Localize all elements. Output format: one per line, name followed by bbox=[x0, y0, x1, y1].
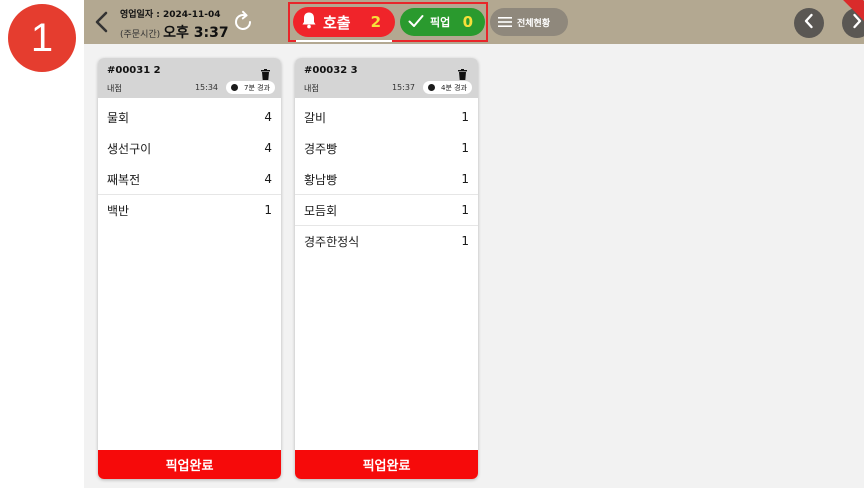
active-tab-underline bbox=[296, 40, 392, 42]
item-name: 물회 bbox=[107, 110, 130, 125]
order-time-value: 오후 3:37 bbox=[163, 25, 229, 41]
refresh-icon[interactable] bbox=[230, 9, 256, 35]
list-item: 생선구이 4 bbox=[98, 133, 281, 164]
tab-call-label: 호출 bbox=[323, 13, 351, 32]
list-item: 모듬회 1 bbox=[295, 195, 478, 226]
item-name: 모듬회 bbox=[304, 203, 338, 218]
back-arrow-icon[interactable] bbox=[92, 10, 112, 34]
order-card-header: #00031 2 내점 15:34 7분 경과 bbox=[98, 58, 281, 98]
trash-icon[interactable] bbox=[458, 65, 467, 80]
order-time-stamp: 15:37 bbox=[391, 83, 415, 92]
list-item: 황남빵 1 bbox=[295, 164, 478, 195]
item-name: 경주빵 bbox=[304, 141, 338, 156]
chevron-left-icon bbox=[803, 13, 815, 33]
item-name: 황남빵 bbox=[304, 172, 338, 187]
order-number: #00031 2 bbox=[107, 65, 161, 76]
tab-call-count: 2 bbox=[370, 13, 381, 31]
item-qty: 4 bbox=[264, 110, 272, 124]
item-qty: 1 bbox=[461, 203, 469, 217]
item-qty: 1 bbox=[461, 234, 469, 248]
list-item: 경주빵 1 bbox=[295, 133, 478, 164]
status-tabs-highlight: 호출 2 픽업 0 bbox=[288, 2, 488, 42]
item-qty: 1 bbox=[264, 203, 272, 217]
order-store-type: 내점 bbox=[107, 84, 122, 93]
tab-call[interactable]: 호출 2 bbox=[293, 7, 395, 37]
order-card: #00031 2 내점 15:34 7분 경과 물회 4 생선구이 4 째복전 4 백… bbox=[98, 58, 281, 479]
order-card-header: #00032 3 내점 15:37 4분 경과 bbox=[295, 58, 478, 98]
elapsed-badge: 4분 경과 bbox=[423, 81, 472, 94]
business-date: 영업일자 : 2024-11-04 bbox=[120, 10, 221, 20]
menu-icon bbox=[498, 13, 512, 32]
tab-pickup-label: 픽업 bbox=[430, 16, 451, 29]
item-qty: 4 bbox=[264, 141, 272, 155]
previous-page-button[interactable] bbox=[794, 8, 824, 38]
order-time-stamp: 15:34 bbox=[194, 83, 218, 92]
elapsed-badge: 7분 경과 bbox=[226, 81, 275, 94]
clock-icon bbox=[428, 84, 435, 91]
item-name: 백반 bbox=[107, 203, 130, 218]
list-item: 갈비 1 bbox=[295, 102, 478, 133]
item-name: 갈비 bbox=[304, 110, 327, 125]
step-marker: 1 bbox=[8, 4, 76, 72]
item-name: 생선구이 bbox=[107, 141, 152, 156]
order-items: 물회 4 생선구이 4 째복전 4 백반 1 bbox=[98, 102, 281, 226]
pickup-complete-button[interactable]: 픽업완료 bbox=[98, 450, 281, 479]
overall-status-label: 전체현황 bbox=[517, 18, 551, 29]
order-card: #00032 3 내점 15:37 4분 경과 갈비 1 경주빵 1 황남빵 1 모듬… bbox=[295, 58, 478, 479]
item-qty: 1 bbox=[461, 172, 469, 186]
clock-icon bbox=[231, 84, 238, 91]
check-icon bbox=[408, 13, 424, 32]
list-item: 경주한정식 1 bbox=[295, 226, 478, 257]
order-board: #00031 2 내점 15:34 7분 경과 물회 4 생선구이 4 째복전 4 백… bbox=[84, 44, 864, 488]
order-store-type: 내점 bbox=[304, 84, 319, 93]
pickup-complete-button[interactable]: 픽업완료 bbox=[295, 450, 478, 479]
item-qty: 4 bbox=[264, 172, 272, 186]
top-toolbar: 영업일자 : 2024-11-04 (주문시간) 오후 3:37 호출 2 픽업 … bbox=[84, 0, 864, 44]
item-name: 경주한정식 bbox=[304, 234, 360, 249]
elapsed-text: 7분 경과 bbox=[244, 83, 270, 92]
item-name: 째복전 bbox=[107, 172, 141, 187]
item-qty: 1 bbox=[461, 110, 469, 124]
list-item: 백반 1 bbox=[98, 195, 281, 226]
list-item: 물회 4 bbox=[98, 102, 281, 133]
tab-pickup-count: 0 bbox=[462, 13, 473, 31]
overall-status-button[interactable]: 전체현황 bbox=[490, 8, 568, 36]
order-time: (주문시간) 오후 3:37 bbox=[120, 22, 229, 42]
order-time-label: (주문시간) bbox=[120, 30, 161, 40]
trash-icon[interactable] bbox=[261, 65, 270, 80]
order-items: 갈비 1 경주빵 1 황남빵 1 모듬회 1 경주한정식 1 bbox=[295, 102, 478, 257]
bell-icon bbox=[301, 11, 317, 33]
tab-pickup[interactable]: 픽업 0 bbox=[400, 8, 485, 36]
list-item: 째복전 4 bbox=[98, 164, 281, 195]
order-number: #00032 3 bbox=[304, 65, 358, 76]
item-qty: 1 bbox=[461, 141, 469, 155]
elapsed-text: 4분 경과 bbox=[441, 83, 467, 92]
